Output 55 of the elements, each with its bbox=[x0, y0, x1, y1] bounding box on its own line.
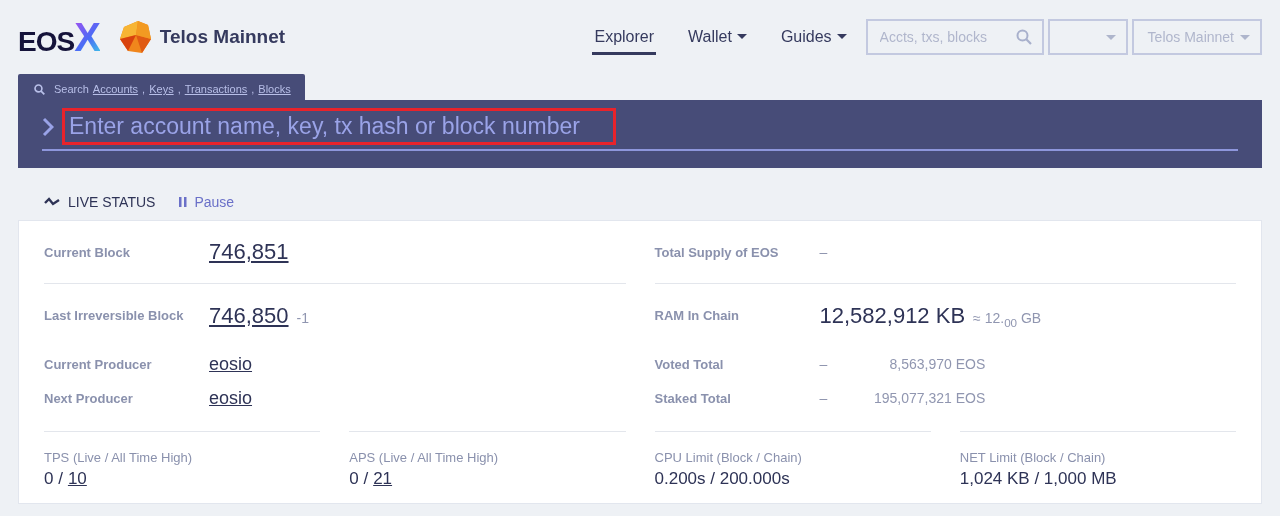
block-link[interactable]: 746,850 bbox=[209, 302, 289, 329]
metric-value: 0.200s / 200.000s bbox=[654, 469, 790, 489]
stat-amount: 195,077,321 EOS bbox=[873, 390, 986, 406]
search-icon bbox=[1015, 29, 1032, 45]
metric-value: 0 / bbox=[349, 469, 369, 489]
producer-link[interactable]: eosio bbox=[209, 353, 253, 375]
stat-note: -1 bbox=[296, 309, 309, 326]
section-title: LIVE STATUS bbox=[68, 194, 156, 210]
dropdown[interactable] bbox=[1047, 19, 1128, 55]
crystal-icon bbox=[117, 19, 152, 55]
metric-link[interactable]: 10 bbox=[67, 469, 87, 489]
logo[interactable]: EOSX bbox=[18, 14, 100, 60]
stat-label: Voted Total bbox=[654, 356, 725, 372]
nav-link[interactable]: Wallet bbox=[686, 19, 749, 55]
metric-label: NET Limit (Block / Chain) bbox=[959, 450, 1107, 465]
separator: , bbox=[177, 83, 181, 95]
stat-value: – bbox=[819, 356, 828, 372]
search-input[interactable]: Enter account name, key, tx hash or block number bbox=[62, 108, 616, 145]
stat-value: 12,582,912 KB bbox=[819, 302, 966, 329]
chevron-right-icon bbox=[42, 116, 54, 137]
stat-label: RAM In Chain bbox=[654, 308, 740, 323]
search-hint: Search bbox=[54, 83, 89, 95]
stat-label: Current Block bbox=[44, 244, 131, 260]
separator: , bbox=[251, 83, 255, 95]
metric-label: APS (Live / All Time High) bbox=[349, 450, 500, 465]
metric-value: 1,024 KB / 1,000 MB bbox=[959, 469, 1117, 489]
search-icon bbox=[34, 83, 45, 95]
metric-label: CPU Limit (Block / Chain) bbox=[654, 450, 803, 465]
stat-value: – bbox=[819, 244, 828, 260]
network-name: Telos Mainnet bbox=[159, 26, 286, 48]
nav-link[interactable]: Guides bbox=[778, 19, 849, 55]
stat-label: Next Producer bbox=[44, 390, 134, 406]
stat-label: Current Producer bbox=[44, 356, 153, 372]
pulse-icon bbox=[44, 197, 60, 207]
pause-icon bbox=[179, 197, 188, 207]
search-type-link[interactable]: Accounts bbox=[92, 83, 139, 95]
search-type-link[interactable]: Keys bbox=[149, 83, 174, 95]
stat-label: Staked Total bbox=[654, 390, 732, 406]
search-field[interactable]: Accts, txs, blocks bbox=[865, 19, 1044, 55]
metric-label: TPS (Live / All Time High) bbox=[44, 450, 194, 465]
caret-icon bbox=[1105, 34, 1116, 40]
stat-amount: 8,563,970 EOS bbox=[888, 356, 986, 372]
metric-value: 0 / bbox=[44, 469, 63, 489]
stat-value: – bbox=[819, 390, 828, 406]
stat-note: ≈ 12.$_{00}$ GB bbox=[973, 309, 1042, 329]
nav-link[interactable]: Explorer bbox=[592, 19, 657, 55]
metric-link[interactable]: 21 bbox=[373, 469, 393, 489]
search-type-link[interactable]: Transactions bbox=[184, 83, 248, 95]
pause-button[interactable]: Pause bbox=[179, 194, 235, 210]
block-link[interactable]: 746,851 bbox=[209, 239, 289, 265]
search-type-link[interactable]: Blocks bbox=[258, 83, 291, 95]
producer-link[interactable]: eosio bbox=[209, 387, 253, 409]
stat-label: Total Supply of EOS bbox=[654, 244, 780, 260]
stat-label: Last Irreversible Block bbox=[44, 308, 185, 323]
separator: , bbox=[142, 83, 146, 95]
